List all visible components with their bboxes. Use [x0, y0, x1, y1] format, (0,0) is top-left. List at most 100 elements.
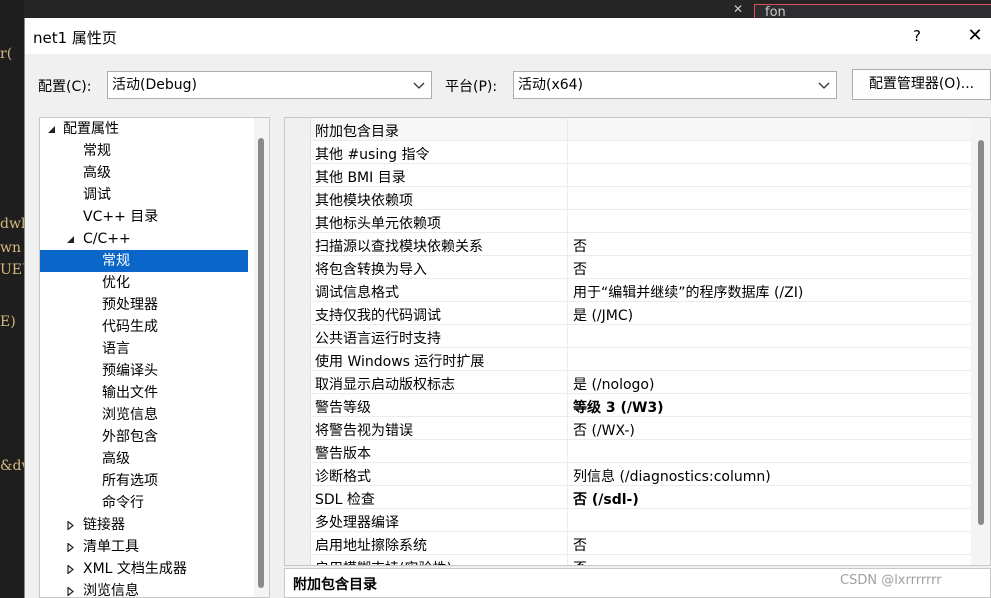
tree-item[interactable]: XML 文档生成器	[40, 558, 248, 580]
property-row[interactable]: 警告版本	[311, 440, 971, 463]
tree-item[interactable]: 浏览信息	[40, 580, 248, 597]
tree-item[interactable]: 所有选项	[40, 470, 248, 492]
close-icon[interactable]: ✕	[724, 0, 752, 18]
tree-item[interactable]: 代码生成	[40, 316, 248, 338]
tree-item[interactable]: 配置属性	[40, 118, 248, 140]
property-name: 警告版本	[315, 446, 371, 462]
property-row[interactable]: 警告等级 等级 3 (/W3)	[311, 394, 971, 417]
description-title: 附加包含目录	[293, 577, 377, 593]
code-fragment: UEU	[0, 262, 24, 278]
tree-item[interactable]: 清单工具	[40, 536, 248, 558]
column-divider	[567, 463, 568, 486]
close-button[interactable]: ✕	[963, 24, 987, 48]
tree-scrollbar-thumb[interactable]	[258, 138, 264, 588]
tree-item[interactable]: 高级	[40, 448, 248, 470]
column-divider	[567, 279, 568, 302]
chevron-down-icon	[818, 72, 830, 98]
property-value[interactable]: 列信息 (/diagnostics:column)	[573, 466, 771, 486]
collapsed-triangle-icon[interactable]	[65, 558, 77, 580]
property-row[interactable]: 其他 #using 指令	[311, 141, 971, 164]
property-name: 将包含转换为导入	[315, 262, 427, 278]
property-row[interactable]: 公共语言运行时支持	[311, 325, 971, 348]
tree-item[interactable]: 输出文件	[40, 382, 248, 404]
property-name: 使用 Windows 运行时扩展	[315, 354, 485, 370]
collapsed-triangle-icon[interactable]	[65, 536, 77, 558]
tree-item-label: 浏览信息	[102, 407, 158, 423]
column-divider	[567, 509, 568, 532]
property-row[interactable]: 其他 BMI 目录	[311, 164, 971, 187]
code-fragment: E)	[0, 314, 16, 330]
help-button[interactable]: ?	[905, 24, 929, 48]
property-value[interactable]: 用于“编辑并继续”的程序数据库 (/ZI)	[573, 282, 803, 302]
property-name: 其他模块依赖项	[315, 193, 413, 209]
column-divider	[567, 325, 568, 348]
property-name: 支持仅我的代码调试	[315, 308, 441, 324]
property-name: 启用模糊支持(实验性)	[315, 558, 452, 565]
tree-item-label: 链接器	[83, 517, 125, 533]
tree-item[interactable]: C/C++	[40, 228, 248, 250]
property-row[interactable]: 取消显示启动版权标志 是 (/nologo)	[311, 371, 971, 394]
property-value[interactable]: 否 (/sdl-)	[573, 489, 639, 509]
property-value[interactable]: 否 (/WX-)	[573, 420, 635, 440]
tree-item[interactable]: 命令行	[40, 492, 248, 514]
property-row[interactable]: 调试信息格式 用于“编辑并继续”的程序数据库 (/ZI)	[311, 279, 971, 302]
property-row[interactable]: 将警告视为错误 否 (/WX-)	[311, 417, 971, 440]
config-value: 活动(Debug)	[112, 77, 197, 93]
platform-value: 活动(x64)	[518, 77, 584, 93]
tree-item-label: 语言	[102, 341, 130, 357]
property-row[interactable]: 启用地址擦除系统 否	[311, 532, 971, 555]
property-value[interactable]: 等级 3 (/W3)	[573, 397, 664, 417]
property-row[interactable]: 使用 Windows 运行时扩展	[311, 348, 971, 371]
column-divider	[567, 187, 568, 210]
tree-item-label: 配置属性	[63, 121, 119, 137]
column-divider	[567, 371, 568, 394]
property-row[interactable]: 支持仅我的代码调试 是 (/JMC)	[311, 302, 971, 325]
property-row[interactable]: 启用模糊支持(实验性) 否	[311, 555, 971, 565]
property-value[interactable]: 是 (/nologo)	[573, 374, 654, 394]
expanded-triangle-icon[interactable]	[65, 228, 77, 250]
property-value[interactable]: 是 (/JMC)	[573, 305, 633, 325]
expanded-triangle-icon[interactable]	[46, 118, 58, 140]
property-name: 将警告视为错误	[315, 423, 413, 439]
tree-scrollbar[interactable]	[254, 118, 269, 597]
property-value[interactable]: 否	[573, 236, 587, 256]
property-row[interactable]: 将包含转换为导入 否	[311, 256, 971, 279]
collapsed-triangle-icon[interactable]	[65, 514, 77, 536]
property-row[interactable]: 诊断格式 列信息 (/diagnostics:column)	[311, 463, 971, 486]
config-dropdown[interactable]: 活动(Debug)	[107, 71, 432, 99]
tree-item[interactable]: 常规	[40, 250, 248, 272]
tree-item[interactable]: VC++ 目录	[40, 206, 248, 228]
tree-item-label: 命令行	[102, 495, 144, 511]
collapsed-triangle-icon[interactable]	[65, 580, 77, 597]
configuration-manager-button[interactable]: 配置管理器(O)...	[852, 69, 991, 100]
column-divider	[567, 164, 568, 187]
tree-item[interactable]: 预处理器	[40, 294, 248, 316]
grid-scrollbar-thumb[interactable]	[978, 140, 984, 525]
property-value[interactable]: 否	[573, 558, 587, 565]
property-name: 调试信息格式	[315, 285, 399, 301]
property-row[interactable]: 附加包含目录	[311, 118, 971, 141]
property-row[interactable]: 其他标头单元依赖项	[311, 210, 971, 233]
property-value[interactable]: 否	[573, 535, 587, 555]
grid-scrollbar[interactable]	[971, 118, 990, 565]
tree-item-label: 高级	[83, 165, 111, 181]
tree-item[interactable]: 外部包含	[40, 426, 248, 448]
tree-item[interactable]: 优化	[40, 272, 248, 294]
property-pages-dialog: net1 属性页 ? ✕ 配置(C): 活动(Debug) 平台(P): 活动(…	[24, 18, 991, 598]
property-value[interactable]: 否	[573, 259, 587, 279]
property-name: 启用地址擦除系统	[315, 538, 427, 554]
property-row[interactable]: 多处理器编译	[311, 509, 971, 532]
property-row[interactable]: SDL 检查 否 (/sdl-)	[311, 486, 971, 509]
property-row[interactable]: 扫描源以查找模块依赖关系 否	[311, 233, 971, 256]
property-row[interactable]: 其他模块依赖项	[311, 187, 971, 210]
tree-item[interactable]: 链接器	[40, 514, 248, 536]
tree-item[interactable]: 高级	[40, 162, 248, 184]
tree-item[interactable]: 调试	[40, 184, 248, 206]
platform-dropdown[interactable]: 活动(x64)	[513, 71, 837, 99]
tree-item-label: 代码生成	[102, 319, 158, 335]
tree-item[interactable]: 语言	[40, 338, 248, 360]
tree-item[interactable]: 浏览信息	[40, 404, 248, 426]
column-divider	[567, 417, 568, 440]
tree-item[interactable]: 常规	[40, 140, 248, 162]
tree-item[interactable]: 预编译头	[40, 360, 248, 382]
